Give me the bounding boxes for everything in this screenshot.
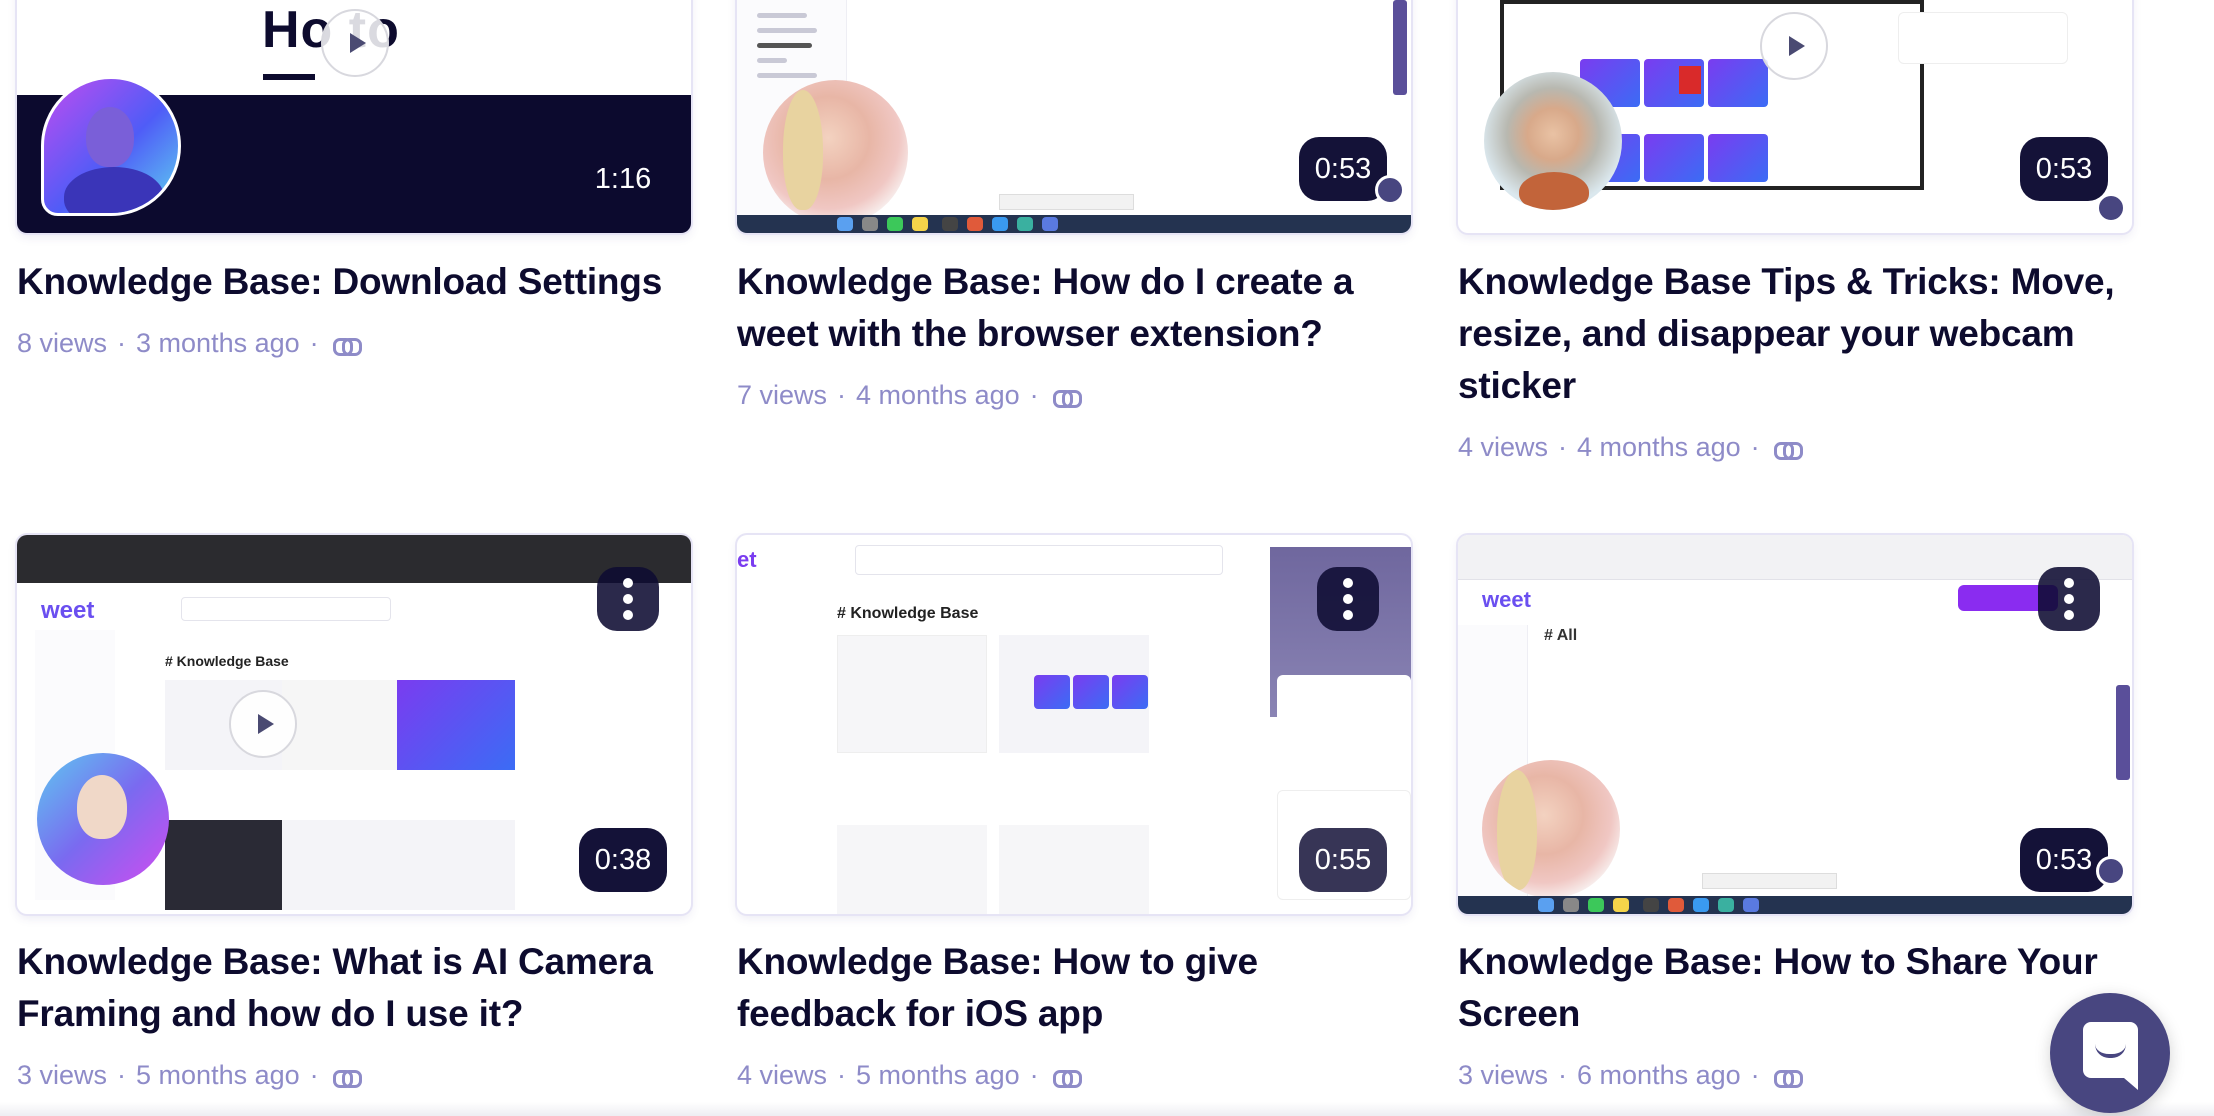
upload-age: 4 months ago xyxy=(856,380,1020,410)
video-thumbnail[interactable]: weet # Knowledge Base 0:38 xyxy=(17,535,691,914)
link-icon[interactable] xyxy=(1773,1068,1803,1088)
webcam-sticker xyxy=(1484,72,1622,210)
video-title[interactable]: Knowledge Base: How to Share Your Screen xyxy=(1458,936,2132,1040)
view-count: 8 views xyxy=(17,328,108,358)
chat-launcher-button[interactable] xyxy=(2050,993,2170,1113)
more-vertical-icon[interactable] xyxy=(597,567,659,631)
webcam-sticker xyxy=(37,753,169,885)
play-icon[interactable] xyxy=(229,690,297,758)
more-vertical-icon[interactable] xyxy=(2038,567,2100,631)
view-count: 4 views xyxy=(737,1060,828,1090)
mac-dock xyxy=(1458,896,2132,914)
separator: · xyxy=(117,328,127,358)
separator: · xyxy=(837,380,847,410)
weet-logo: weet xyxy=(41,597,95,624)
chat-bubble-icon xyxy=(1375,175,1405,205)
link-icon[interactable] xyxy=(332,336,362,356)
link-icon[interactable] xyxy=(1052,388,1082,408)
webcam-sticker xyxy=(763,80,908,225)
video-meta: 7 views · 4 months ago · xyxy=(737,380,1082,411)
video-meta: 4 views · 5 months ago · xyxy=(737,1060,1082,1091)
webcam-sticker xyxy=(41,76,181,216)
video-thumbnail[interactable]: Ho to 1:16 xyxy=(17,0,691,233)
video-title[interactable]: Knowledge Base: How do I create a weet w… xyxy=(737,256,1411,360)
weet-logo: weet xyxy=(1482,587,1531,612)
separator: · xyxy=(1750,432,1760,462)
chat-bubble-icon xyxy=(2083,1022,2138,1090)
view-count: 4 views xyxy=(1458,432,1549,462)
thumbnail-heading: # Knowledge Base xyxy=(837,605,979,622)
sharing-bar xyxy=(999,194,1134,210)
thumbnail-underline xyxy=(263,74,315,80)
video-thumbnail[interactable]: weet # All 0:53 xyxy=(1458,535,2132,914)
thumbnail-heading: # Knowledge Base xyxy=(165,653,289,669)
duration-badge: 0:55 xyxy=(1299,828,1387,892)
feedback-tab xyxy=(2116,685,2130,780)
webcam-sticker xyxy=(1482,760,1620,898)
video-thumbnail[interactable]: et # Knowledge Base 0:55 xyxy=(737,535,1411,914)
feedback-tab xyxy=(1393,0,1407,95)
separator: · xyxy=(837,1060,847,1090)
upload-age: 3 months ago xyxy=(136,328,300,358)
upload-age: 5 months ago xyxy=(856,1060,1020,1090)
separator: · xyxy=(117,1060,127,1090)
link-icon[interactable] xyxy=(1052,1068,1082,1088)
duration-badge: 0:53 xyxy=(1299,137,1387,201)
video-title[interactable]: Knowledge Base: What is AI Camera Framin… xyxy=(17,936,691,1040)
video-meta: 3 views · 6 months ago · xyxy=(1458,1060,1803,1091)
video-meta: 3 views · 5 months ago · xyxy=(17,1060,362,1091)
play-icon[interactable] xyxy=(1760,12,1828,80)
duration-badge: 1:16 xyxy=(594,162,652,195)
link-icon[interactable] xyxy=(332,1068,362,1088)
comment-box xyxy=(1898,12,2068,64)
bottom-shadow xyxy=(0,1102,2214,1116)
separator: · xyxy=(309,1060,319,1090)
duration-badge: 0:53 xyxy=(2020,828,2108,892)
thumbnail-heading: # All xyxy=(1544,627,1578,644)
more-vertical-icon[interactable] xyxy=(1317,567,1379,631)
view-count: 7 views xyxy=(737,380,828,410)
upload-age: 4 months ago xyxy=(1577,432,1741,462)
video-thumbnail[interactable]: 0:53 xyxy=(1458,0,2132,233)
view-count: 3 views xyxy=(17,1060,108,1090)
play-icon[interactable] xyxy=(321,9,389,77)
chat-bubble-icon xyxy=(2096,856,2126,886)
video-meta: 4 views · 4 months ago · xyxy=(1458,432,1803,463)
browser-chrome xyxy=(1458,535,2132,580)
duration-badge: 0:53 xyxy=(2020,137,2108,201)
upload-age: 6 months ago xyxy=(1577,1060,1741,1090)
separator: · xyxy=(1029,1060,1039,1090)
separator: · xyxy=(1558,1060,1568,1090)
video-title[interactable]: Knowledge Base: Download Settings xyxy=(17,256,691,308)
duration-badge: 0:38 xyxy=(579,828,667,892)
view-count: 3 views xyxy=(1458,1060,1549,1090)
mac-dock xyxy=(737,215,1411,233)
browser-chrome xyxy=(17,535,691,583)
video-thumbnail[interactable]: 0:53 xyxy=(737,0,1411,233)
separator: · xyxy=(309,328,319,358)
separator: · xyxy=(1029,380,1039,410)
weet-logo: et xyxy=(737,547,757,572)
video-title[interactable]: Knowledge Base Tips & Tricks: Move, resi… xyxy=(1458,256,2132,412)
link-icon[interactable] xyxy=(1773,440,1803,460)
sharing-bar xyxy=(1702,873,1837,889)
video-title[interactable]: Knowledge Base: How to give feedback for… xyxy=(737,936,1411,1040)
separator: · xyxy=(1558,432,1568,462)
upload-age: 5 months ago xyxy=(136,1060,300,1090)
chat-bubble-icon xyxy=(2096,193,2126,223)
continue-conversation-card xyxy=(1277,675,1411,785)
video-meta: 8 views · 3 months ago · xyxy=(17,328,362,359)
thumbnail-search xyxy=(181,597,391,621)
thumbnail-search xyxy=(855,545,1223,575)
separator: · xyxy=(1750,1060,1760,1090)
